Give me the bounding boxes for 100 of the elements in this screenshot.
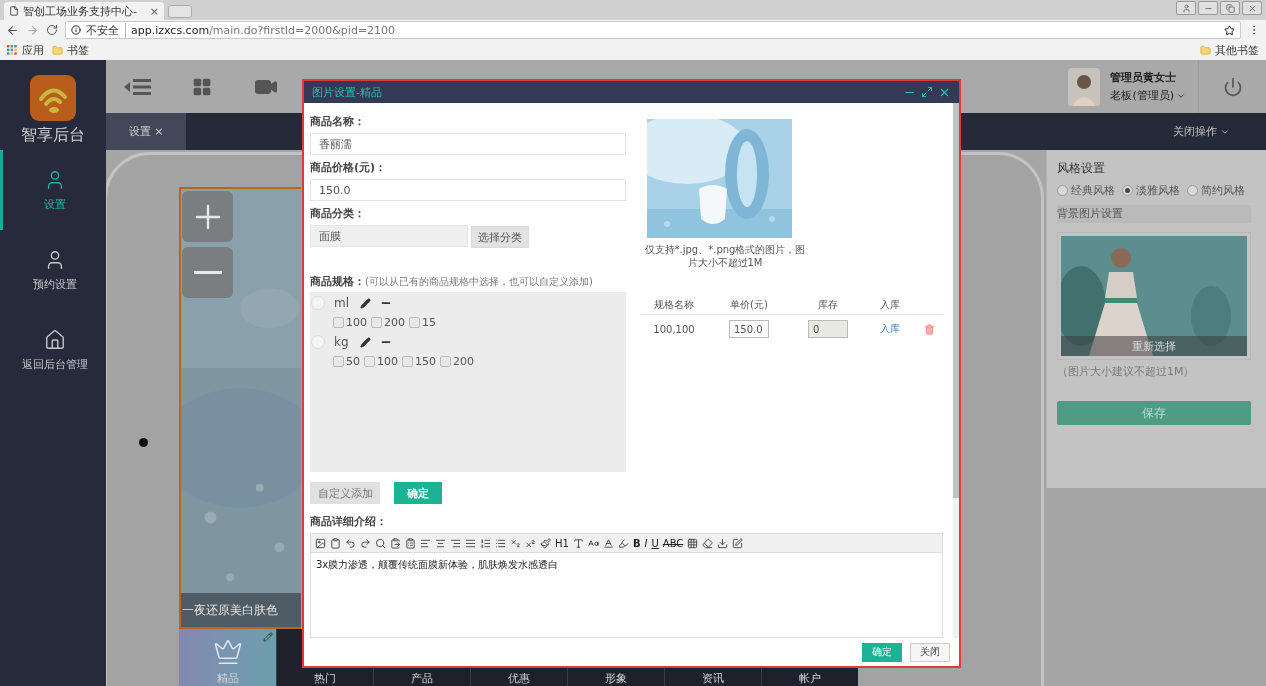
spec-checkbox[interactable]: 50 — [333, 355, 360, 368]
address-field[interactable]: 不安全 app.izxcs.com/main.do?firstId=2000&pid=2100 — [65, 21, 1241, 39]
apps-bookmark[interactable]: 应用 — [7, 42, 44, 58]
reload-icon[interactable] — [46, 24, 58, 36]
custom-add-button[interactable]: 自定义添加 — [310, 482, 380, 504]
bullet-list-icon[interactable] — [495, 537, 506, 549]
profile-button[interactable] — [1176, 1, 1196, 15]
description-editor[interactable]: 3x膜力渗透，颠覆传统面膜新体验，肌肤焕发水感透白 — [310, 553, 943, 638]
image-hint: 仅支持*.jpg、*.png格式的图片，图片大小不超过1M — [643, 243, 807, 269]
column-header: 单价(元) — [708, 295, 790, 315]
align-right-icon[interactable] — [450, 537, 461, 549]
style-radio[interactable]: 简约风格 — [1187, 183, 1245, 198]
zoom-out-button[interactable] — [182, 247, 233, 298]
house-icon — [43, 328, 66, 351]
column-header: 入库 — [866, 295, 914, 315]
browser-tab[interactable]: 智创工场业务支持中心- × — [4, 2, 164, 20]
undo-icon[interactable] — [345, 537, 356, 549]
align-left-icon[interactable] — [420, 537, 431, 549]
numbered-list-icon[interactable] — [480, 537, 491, 549]
close-icon — [1247, 3, 1257, 13]
back-icon[interactable] — [6, 23, 19, 37]
price-input[interactable]: 150.0 — [310, 179, 626, 201]
category-input[interactable]: 面膜 — [310, 225, 468, 247]
page-icon — [9, 6, 19, 16]
format-button[interactable]: H1 — [555, 537, 569, 549]
spec-unit: ml — [334, 296, 350, 310]
edit-icon[interactable] — [732, 537, 744, 549]
column-header: 规格名称 — [640, 295, 708, 315]
logo-icon — [30, 75, 76, 121]
pencil-icon[interactable] — [359, 336, 371, 348]
spec-checkbox[interactable]: 150 — [402, 355, 436, 368]
stock-cell-input[interactable]: 0 — [808, 320, 848, 338]
font-icon[interactable] — [572, 537, 584, 549]
field-label: 商品分类： — [310, 206, 366, 221]
redo-icon[interactable] — [360, 537, 371, 549]
spec-checkbox[interactable]: 200 — [371, 316, 405, 329]
clipboard-icon[interactable] — [330, 537, 341, 549]
text-size-icon[interactable] — [587, 537, 599, 549]
paste-icon[interactable] — [390, 537, 401, 549]
apps-grid-icon — [7, 44, 18, 56]
tab[interactable]: 设置 × — [106, 113, 186, 150]
bookmark-star-icon[interactable] — [1224, 24, 1235, 36]
maximize-icon[interactable] — [921, 85, 933, 99]
security-label: 不安全 — [86, 22, 126, 38]
font-color-icon[interactable] — [602, 537, 614, 549]
table-icon[interactable] — [687, 537, 699, 549]
subscript-icon[interactable] — [510, 537, 521, 549]
banner-image[interactable]: 一夜还原美白肤色 — [179, 187, 301, 629]
spec-checkbox[interactable]: 100 — [364, 355, 398, 368]
close-button[interactable]: 关闭 — [910, 642, 950, 662]
superscript-icon[interactable] — [525, 537, 536, 549]
highlighter-icon[interactable] — [617, 537, 629, 549]
spec-radio[interactable] — [311, 335, 325, 349]
close-actions-menu[interactable]: 关闭操作 — [1173, 113, 1230, 150]
price-cell-input[interactable]: 150.0 — [729, 320, 769, 338]
brush-icon[interactable] — [540, 537, 551, 549]
spec-checkbox[interactable]: 100 — [333, 316, 367, 329]
panel-title: 风格设置 — [1057, 160, 1106, 177]
stock-in-link[interactable]: 入库 — [866, 322, 914, 336]
align-justify-icon[interactable] — [465, 537, 476, 549]
size-hint: （图片大小建议不超过1M） — [1057, 364, 1196, 379]
spec-unit: kg — [334, 335, 349, 349]
section-header: 背景图片设置 — [1057, 205, 1251, 223]
folder-icon — [52, 44, 63, 56]
sidebar-item[interactable]: 预约设置 — [0, 230, 106, 310]
clipboard-list-icon[interactable] — [405, 537, 416, 549]
spec-radio[interactable] — [311, 296, 325, 310]
close-button[interactable] — [1242, 1, 1262, 15]
crown-icon — [212, 637, 243, 667]
field-label: 商品规格： — [310, 274, 365, 289]
column-header: 库存 — [790, 295, 866, 315]
spec-checkbox[interactable]: 15 — [409, 316, 436, 329]
field-label: 商品详细介绍： — [310, 514, 388, 529]
sidebar-item[interactable]: 返回后台管理 — [0, 310, 106, 390]
format-button[interactable]: I — [644, 537, 648, 549]
style-radio[interactable]: 经典风格 — [1057, 183, 1115, 198]
search-icon[interactable] — [375, 537, 386, 549]
pencil-icon[interactable] — [360, 297, 372, 309]
reselect-button[interactable]: 重新选择 — [1061, 336, 1247, 356]
tab-close-button[interactable]: × — [149, 4, 159, 18]
format-button[interactable]: U — [651, 537, 659, 549]
zoom-in-button[interactable] — [182, 191, 233, 242]
format-button[interactable]: ABC — [662, 537, 684, 549]
folder-icon — [1200, 44, 1211, 56]
name-input[interactable]: 香丽濡 — [310, 133, 626, 155]
spec-checkbox[interactable]: 200 — [440, 355, 474, 368]
other-bookmarks-folder[interactable]: 其他书签 — [1200, 42, 1259, 58]
avatar — [1068, 67, 1101, 106]
field-label: 商品价格(元)： — [310, 160, 388, 175]
insert-icon[interactable] — [717, 537, 729, 549]
image-icon[interactable] — [315, 537, 326, 549]
eraser-icon[interactable] — [702, 537, 714, 549]
scroll-thumb[interactable] — [953, 103, 959, 498]
format-button[interactable]: B — [632, 537, 641, 549]
style-radio[interactable]: 淡雅风格 — [1122, 183, 1180, 198]
url-text: app.izxcs.com/main.do?firstId=2000&pid=2100 — [131, 23, 396, 37]
align-center-icon[interactable] — [435, 537, 446, 549]
user-role-menu[interactable]: 老板(管理员) — [1110, 88, 1186, 103]
choose-category-button[interactable]: 选择分类 — [471, 226, 529, 248]
bookmark-folder[interactable]: 书签 — [52, 42, 89, 58]
